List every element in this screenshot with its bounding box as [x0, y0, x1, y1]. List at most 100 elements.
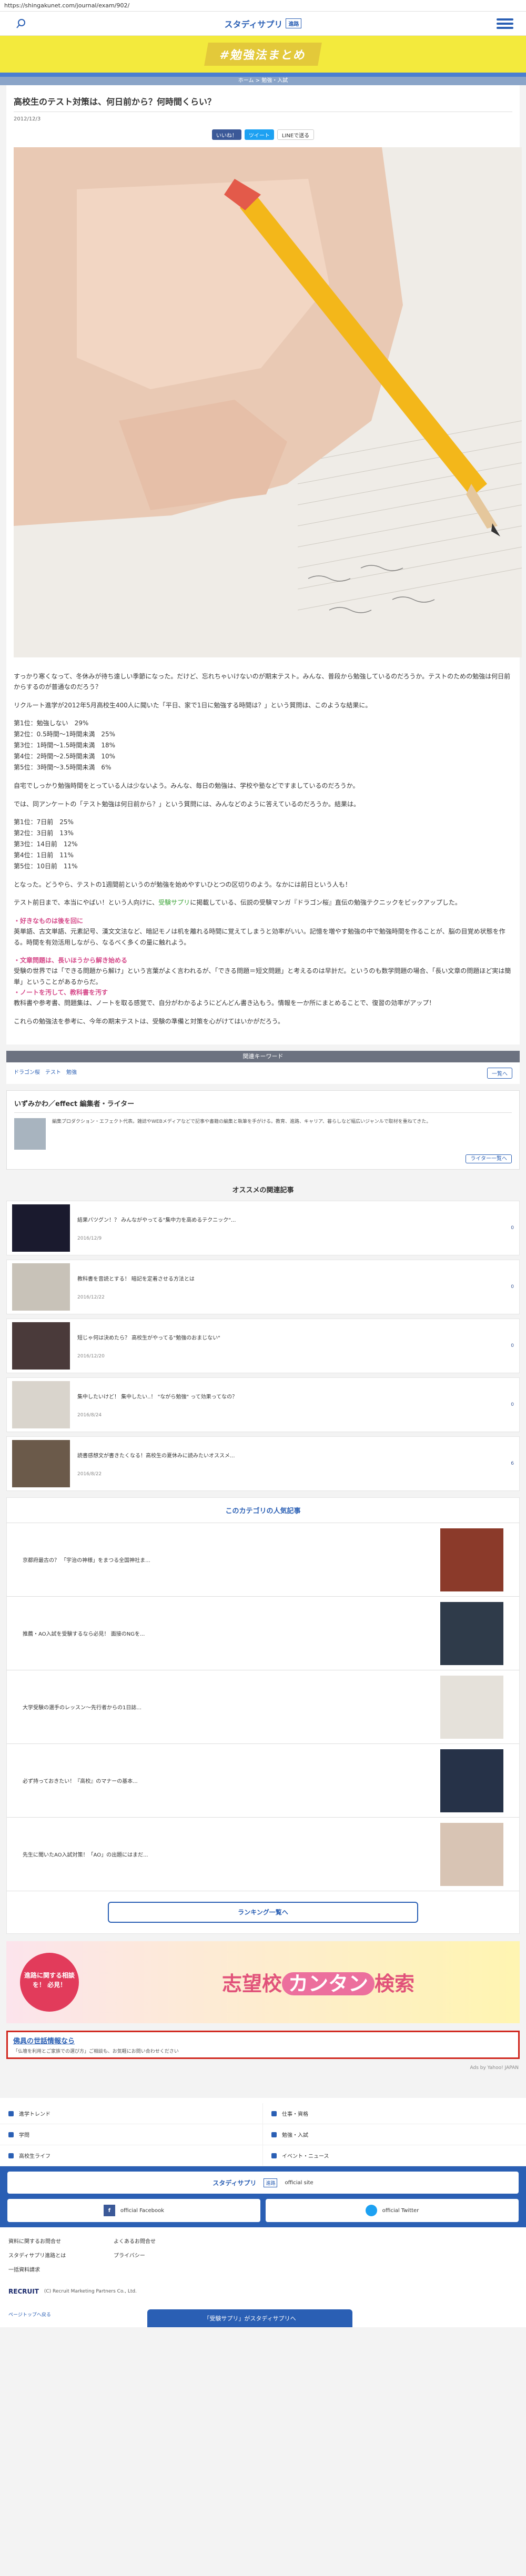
card-title: 教科書を音読とする！ 暗記を定着させる方法とは: [77, 1276, 195, 1282]
card-thumbnail: [12, 1381, 70, 1429]
list-item: 第3位：1時間〜1.5時間未満 18%: [14, 742, 116, 749]
official-links: スタディサプリ 進路 official site f official Faceb…: [0, 2166, 526, 2228]
card-thumbnail: [12, 1263, 70, 1311]
card-info: 結果バツグン！？ みんながやってる"集中力を高めるテクニック"... 2016/1…: [77, 1215, 503, 1241]
inline-link[interactable]: 受験サプリ: [158, 899, 190, 906]
tags-section: 関連キーワード ドラゴン桜 テスト 勉強 一覧へ: [6, 1051, 520, 1084]
card-thumbnail: [12, 1440, 70, 1488]
official-site-link[interactable]: スタディサプリ 進路 official site: [7, 2172, 519, 2194]
card-share-count: 0: [511, 1225, 514, 1231]
twitter-link[interactable]: official Twitter: [266, 2199, 519, 2223]
footer-link[interactable]: プライバシー: [114, 2251, 219, 2259]
ranking-button[interactable]: ランキング一覧へ: [108, 1902, 418, 1923]
writer-avatar: [14, 1118, 46, 1150]
card-thumbnail: [12, 1204, 70, 1252]
section: ・文章問題は、長いほうから解き始める 受験の世界では「できる問題から解け」という言…: [14, 955, 512, 1009]
ad-text-highlight: カンタン: [282, 1972, 375, 1996]
footer-nav-item[interactable]: 進学トレンド: [0, 2103, 263, 2125]
footer-link[interactable]: よくあるお問合せ: [114, 2237, 219, 2245]
footer-nav-item[interactable]: 勉強・入試: [263, 2124, 526, 2146]
twitter-share-button[interactable]: ツイート: [244, 129, 274, 140]
paragraph: テスト前日まで、本当にやばい！という人向けに、受験サプリに掲載している、伝説の受…: [14, 897, 512, 908]
popular-title: 京都府最古の？ 「宇治の神様」をまつる全国神社ま...: [23, 1558, 150, 1564]
list-item: 第1位：7日前 25%: [14, 818, 74, 826]
top-nav: スタディサプリ 進路: [0, 12, 526, 36]
ad-headline: 志望校 カンタン 検索: [222, 1968, 414, 1996]
footer-nav: 進学トレンド 仕事・資格 学問 勉強・入試 高校生ライフ イベント・ニュース: [0, 2103, 526, 2167]
footer-link[interactable]: スタディサプリ進路とは: [8, 2251, 114, 2259]
footer-nav-label: 学問: [19, 2133, 29, 2139]
footer-nav-item[interactable]: 仕事・資格: [263, 2103, 526, 2125]
related-card[interactable]: 読書感想文が書きたくなる！高校生の夏休みに読みたいオススメ... 2016/8/2…: [6, 1436, 520, 1492]
popular-item[interactable]: 必ず持っておきたい！『高校』のマナーの基本...: [7, 1744, 519, 1818]
footer-nav-item[interactable]: 学問: [0, 2124, 263, 2146]
text-ad[interactable]: 佛具の世話情報なら 「仏壇を利用とご家族での選び方」ご相談も、お気軽にお問い合わ…: [6, 2031, 520, 2060]
footer-link[interactable]: 資料に関するお問合せ: [8, 2237, 114, 2245]
popular-title: 必ず持っておきたい！『高校』のマナーの基本...: [23, 1779, 138, 1785]
related-card[interactable]: 結果バツグン！？ みんながやってる"集中力を高めるテクニック"... 2016/1…: [6, 1201, 520, 1256]
floating-banner[interactable]: 「受験サプリ」がスタディサプリへ: [147, 2309, 352, 2328]
line-share-button[interactable]: LINEで送る: [277, 129, 315, 140]
popular-item[interactable]: 推薦・AO入試を受験するなら必見！ 面接のNGを...: [7, 1597, 519, 1671]
writer-btn-wrap: ライター一覧へ: [14, 1154, 512, 1164]
search-icon[interactable]: [11, 13, 32, 34]
facebook-link[interactable]: f official Facebook: [7, 2199, 260, 2223]
footer-links: 資料に関するお問合せ よくあるお問合せ スタディサプリ進路とは プライバシー 一…: [0, 2227, 526, 2283]
footer-logo-badge: 進路: [264, 2178, 278, 2187]
ads-by[interactable]: Ads by Yahoo! JAPAN: [0, 2064, 526, 2072]
related-header: オススメの関連記事: [232, 1186, 294, 1195]
site-logo[interactable]: スタディサプリ 進路: [225, 17, 302, 30]
text: 教科書や参考書、問題集は、ノートを取る感覚で、自分がわかるようにどんどん書き込も…: [14, 999, 436, 1007]
copyright: RECRUIT (C) Recruit Marketing Partners C…: [0, 2283, 526, 2311]
card-date: 2016/8/22: [77, 1471, 102, 1477]
article-date: 2012/12/3: [14, 116, 41, 122]
ad-banner[interactable]: 進路に関する相談を！ 必見！ 志望校 カンタン 検索: [6, 1941, 520, 2024]
tag-link[interactable]: 勉強: [66, 1068, 77, 1079]
breadcrumb[interactable]: ホーム > 勉強・入試: [0, 77, 526, 85]
share-buttons: いいね！ ツイート LINEで送る: [14, 126, 512, 147]
subheading: ・文章問題は、長いほうから解き始める: [14, 956, 128, 964]
writer-list-button[interactable]: ライター一覧へ: [466, 1154, 512, 1164]
footer-nav-label: 高校生ライフ: [19, 2154, 50, 2160]
url-bar[interactable]: https://shingakunet.com/journal/exam/902…: [0, 0, 526, 12]
menu-icon[interactable]: [494, 15, 515, 32]
facebook-share-button[interactable]: いいね！: [211, 129, 241, 140]
footer-nav-item[interactable]: 高校生ライフ: [0, 2145, 263, 2167]
ad-text: 志望校: [222, 1972, 282, 1996]
tag-link[interactable]: テスト: [45, 1068, 61, 1079]
twitter-label: official Twitter: [382, 2207, 419, 2214]
tags-more-button[interactable]: 一覧へ: [487, 1068, 512, 1079]
popular-title: 推薦・AO入試を受験するなら必見！ 面接のNGを...: [23, 1631, 145, 1638]
footer-link[interactable]: 一括資料請求: [8, 2265, 114, 2273]
footer-nav-item[interactable]: イベント・ニュース: [263, 2145, 526, 2167]
footer-nav-label: イベント・ニュース: [282, 2154, 329, 2160]
text: に掲載している、伝説の受験マンガ『ドラゴン桜』直伝の勉強テクニックをピックアップ…: [190, 899, 461, 907]
related-card[interactable]: 短じゃ何は決めたら？ 高校生がやってる"勉強のおまじない" 2016/12/20 0: [6, 1319, 520, 1374]
popular-title: 大学受験の選手のレッスン〜先行者からの1日誌...: [23, 1705, 141, 1711]
card-info: 教科書を音読とする！ 暗記を定着させる方法とは 2016/12/22: [77, 1274, 503, 1300]
divider: [0, 73, 526, 77]
tag-link[interactable]: ドラゴン桜: [14, 1068, 40, 1079]
list-item: 第5位：10日前 11%: [14, 862, 78, 870]
popular-item[interactable]: 京都府最古の？ 「宇治の神様」をまつる全国神社ま...: [7, 1523, 519, 1597]
writer-box: いずみかわ／effect 編集者・ライター 編集プロダクション・エフェクト代表。…: [6, 1090, 520, 1170]
paragraph: では、同アンケートの「テスト勉強は何日前から？」という質問には、みんなどのように…: [14, 800, 360, 808]
popular-item[interactable]: 先生に聞いたAO入試対策！「AO」の出題にはまだ...: [7, 1818, 519, 1892]
popular-item[interactable]: 大学受験の選手のレッスン〜先行者からの1日誌...: [7, 1670, 519, 1745]
category-icon: [8, 2132, 14, 2137]
text: 英単語、古文単語、元素記号、漢文文法など、暗記モノは机を離れる時間に覚えてしまう…: [14, 928, 505, 946]
article-title: 高校生のテスト対策は、何日前から？何時間くらい？: [14, 85, 512, 112]
popular-thumbnail: [440, 1601, 503, 1665]
writer-name: いずみかわ／effect 編集者・ライター: [14, 1098, 512, 1113]
facebook-label: official Facebook: [120, 2207, 165, 2214]
result-list-1: 第1位：勉強しない 29% 第2位：0.5時間〜1時間未満 25% 第3位：1時…: [14, 718, 512, 773]
related-card[interactable]: 集中したいけど！ 集中したい..！ "ながら勉強" って効果ってなの？ 2016/…: [6, 1377, 520, 1433]
related-card[interactable]: 教科書を音読とする！ 暗記を定着させる方法とは 2016/12/22 0: [6, 1260, 520, 1315]
paragraph: リクルート進学が2012年5月高校生400人に聞いた「平日、家で1日に勉強する時…: [14, 701, 372, 709]
popular-thumbnail: [440, 1822, 503, 1886]
ad-circle: 進路に関する相談を！ 必見！: [20, 1953, 79, 2012]
article-body: すっかり寒くなって、冬休みが待ち遠しい季節になった。だけど、忘れちゃいけないのが…: [14, 671, 512, 1027]
footer-nav-label: 進学トレンド: [19, 2112, 50, 2118]
paragraph: となった。どうやら、テストの1週間前というのが勉強を始めやすいひとつの区切りのよ…: [14, 880, 351, 888]
ad-text: 検索: [375, 1972, 415, 1996]
